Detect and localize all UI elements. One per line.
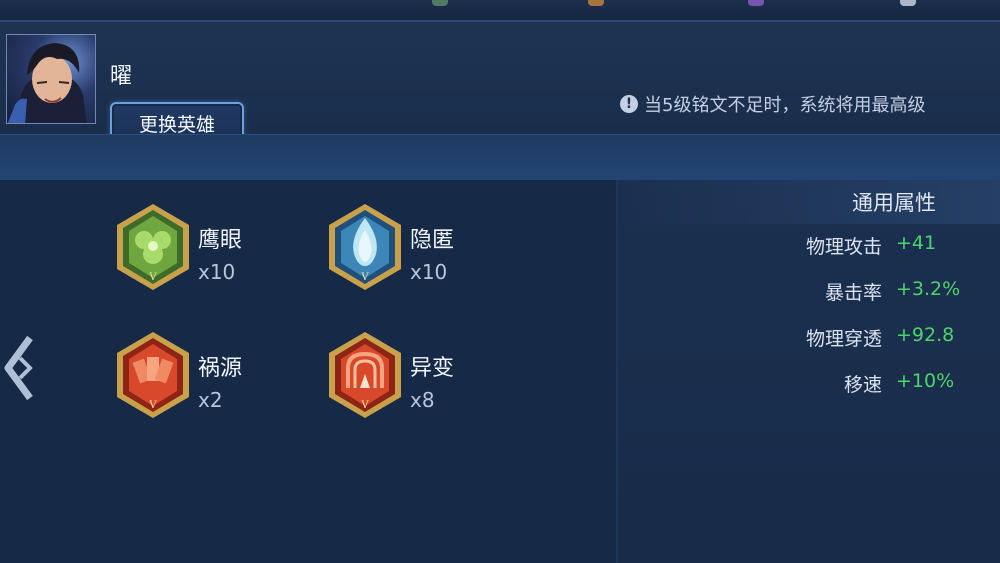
top-bar	[0, 0, 1000, 22]
tab-icon-white[interactable]	[900, 0, 916, 6]
inscription-count: x8	[410, 388, 435, 412]
hero-name: 曜	[110, 64, 133, 89]
property-name: 暴击率	[824, 282, 882, 304]
inscription-summary: V 鹰眼 x10 V 隐匿 x10 V 祸源 x2 V 异变 x8 通用属性 物…	[0, 180, 1000, 563]
inscription-notice: ! 当5级铭文不足时，系统将用最高级	[620, 90, 925, 118]
property-value: +10%	[896, 370, 955, 392]
inscription-list: V 鹰眼 x10 V 隐匿 x10 V 祸源 x2 V 异变 x8	[0, 180, 616, 563]
back-arrow-icon[interactable]	[0, 330, 36, 406]
info-icon: !	[620, 95, 638, 113]
inscription-count: x10	[198, 260, 236, 284]
stealth-blue-flame-icon: V	[329, 204, 401, 290]
inscription-item-mutation[interactable]: V 异变 x8	[326, 330, 536, 430]
property-value: +41	[896, 232, 937, 254]
property-value: +92.8	[896, 324, 955, 346]
calamity-red-cards-icon: V	[117, 332, 189, 418]
svg-text:V: V	[360, 400, 369, 411]
property-name: 移速	[843, 374, 882, 396]
property-name: 物理穿透	[805, 328, 882, 350]
property-row: 物理攻击 +41	[618, 232, 1000, 260]
inscription-count: x10	[410, 260, 448, 284]
mutation-red-gate-icon: V	[329, 332, 401, 418]
inscription-item-hawk-eye[interactable]: V 鹰眼 x10	[114, 202, 324, 302]
inscription-name: 祸源	[198, 356, 243, 381]
inscription-name: 隐匿	[410, 228, 455, 253]
inscription-item-stealth[interactable]: V 隐匿 x10	[326, 202, 536, 302]
svg-text:V: V	[148, 400, 157, 411]
hero-avatar[interactable]	[6, 34, 96, 124]
property-value: +3.2%	[896, 278, 961, 300]
tab-icon-orange[interactable]	[588, 0, 604, 6]
header-band	[0, 134, 1000, 181]
svg-text:V: V	[148, 272, 157, 283]
properties-panel: 通用属性 物理攻击 +41 暴击率 +3.2% 物理穿透 +92.8 移速 +1…	[618, 180, 1000, 563]
tab-icon-purple[interactable]	[748, 0, 764, 6]
hawk-eye-green-gem-icon: V	[117, 204, 189, 290]
property-row: 移速 +10%	[618, 370, 1000, 398]
inscription-name: 鹰眼	[198, 228, 243, 253]
property-name: 物理攻击	[805, 236, 882, 258]
hero-header: 曜 更换英雄 ! 当5级铭文不足时，系统将用最高级	[0, 22, 1000, 144]
inscription-name: 异变	[410, 356, 455, 381]
inscription-item-calamity[interactable]: V 祸源 x2	[114, 330, 324, 430]
notice-text: 当5级铭文不足时，系统将用最高级	[644, 95, 926, 116]
inscription-count: x2	[198, 388, 223, 412]
svg-text:V: V	[360, 272, 369, 283]
property-row: 暴击率 +3.2%	[618, 278, 1000, 306]
properties-title: 通用属性	[618, 180, 1000, 224]
tab-icon-green[interactable]	[432, 0, 448, 6]
property-row: 物理穿透 +92.8	[618, 324, 1000, 352]
